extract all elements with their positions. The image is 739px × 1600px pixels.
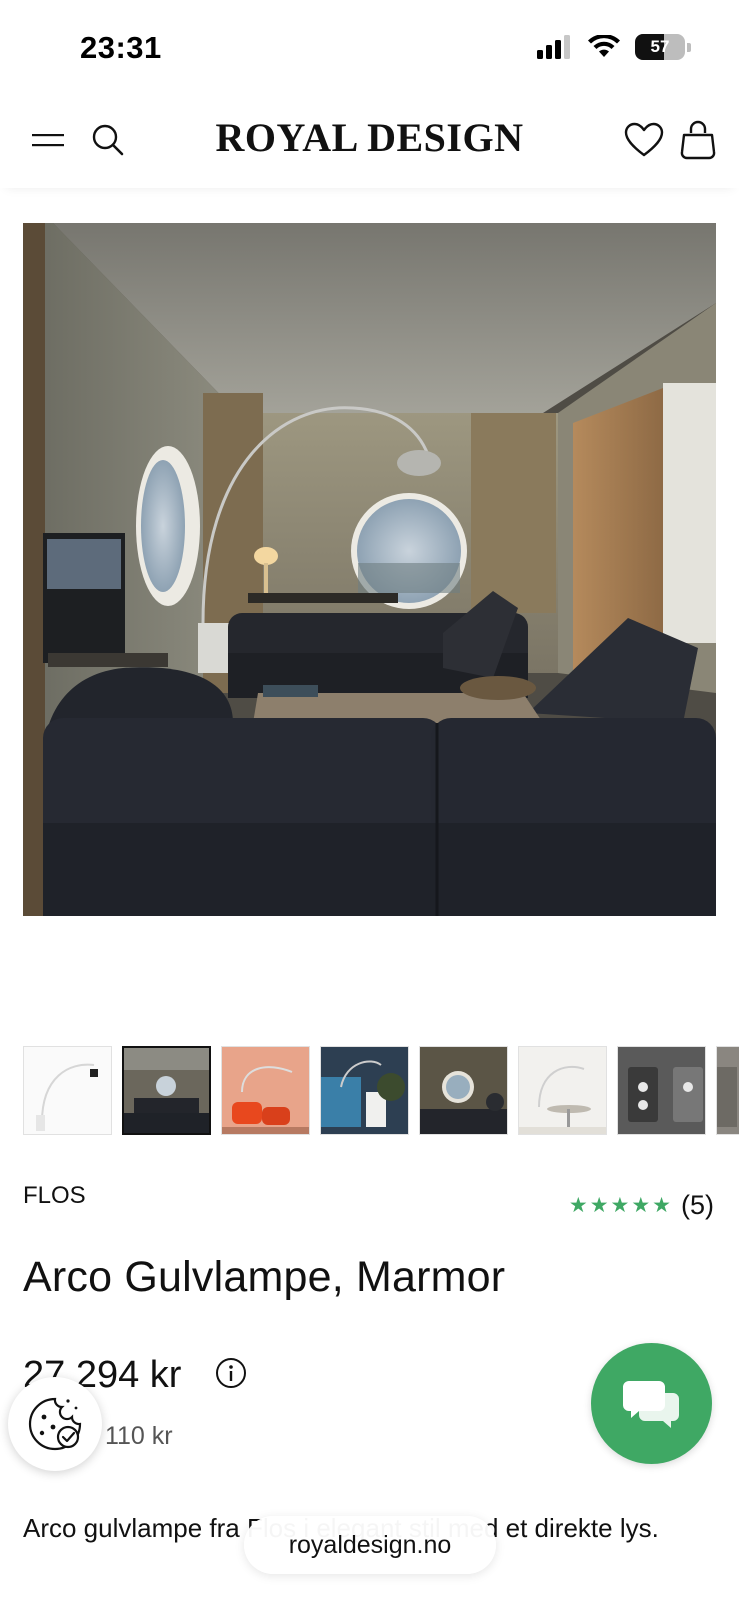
wifi-icon bbox=[588, 35, 620, 57]
product-rating[interactable]: ★ ★ ★ ★ ★ (5) bbox=[569, 1190, 714, 1221]
battery-icon: 57 bbox=[635, 34, 685, 60]
thumbnail-strip[interactable] bbox=[23, 1046, 739, 1136]
star-icon: ★ bbox=[568, 1193, 588, 1217]
rating-stars: ★ ★ ★ ★ ★ bbox=[569, 1192, 671, 1220]
battery-cap bbox=[687, 42, 691, 52]
status-icons: 57 bbox=[537, 34, 691, 60]
status-time: 23:31 bbox=[80, 30, 162, 65]
thumbnail-1[interactable] bbox=[23, 1046, 112, 1135]
bag-icon[interactable] bbox=[676, 118, 720, 162]
chat-button[interactable] bbox=[591, 1343, 712, 1464]
star-icon: ★ bbox=[610, 1193, 630, 1217]
cellular-signal-icon bbox=[537, 35, 570, 59]
star-icon: ★ bbox=[652, 1193, 671, 1217]
status-bar: 23:31 57 bbox=[0, 0, 739, 96]
star-icon: ★ bbox=[589, 1193, 609, 1217]
battery-level: 57 bbox=[650, 37, 670, 56]
thumbnail-6[interactable] bbox=[518, 1046, 607, 1135]
site-header: ROYAL DESIGN bbox=[0, 96, 739, 188]
thumbnail-8[interactable] bbox=[716, 1046, 739, 1135]
rating-count: (5) bbox=[681, 1190, 714, 1220]
product-brand[interactable]: FLOS bbox=[23, 1182, 86, 1210]
thumbnail-5[interactable] bbox=[419, 1046, 508, 1135]
heart-icon[interactable] bbox=[622, 118, 666, 162]
info-icon[interactable] bbox=[215, 1357, 247, 1389]
thumbnail-2[interactable] bbox=[122, 1046, 211, 1135]
cookie-settings-button[interactable] bbox=[8, 1377, 102, 1471]
browser-url-bar[interactable]: royaldesign.no bbox=[244, 1516, 496, 1574]
cookie-icon bbox=[28, 1397, 82, 1451]
thumbnail-3[interactable] bbox=[221, 1046, 310, 1135]
product-title: Arco Gulvlampe, Marmor bbox=[23, 1253, 506, 1301]
thumbnail-7[interactable] bbox=[617, 1046, 706, 1135]
chat-bubbles-icon bbox=[622, 1380, 679, 1428]
thumbnail-4[interactable] bbox=[320, 1046, 409, 1135]
room-scene-illustration bbox=[23, 223, 716, 916]
star-icon: ★ bbox=[631, 1193, 651, 1217]
product-hero-image[interactable] bbox=[23, 223, 716, 916]
